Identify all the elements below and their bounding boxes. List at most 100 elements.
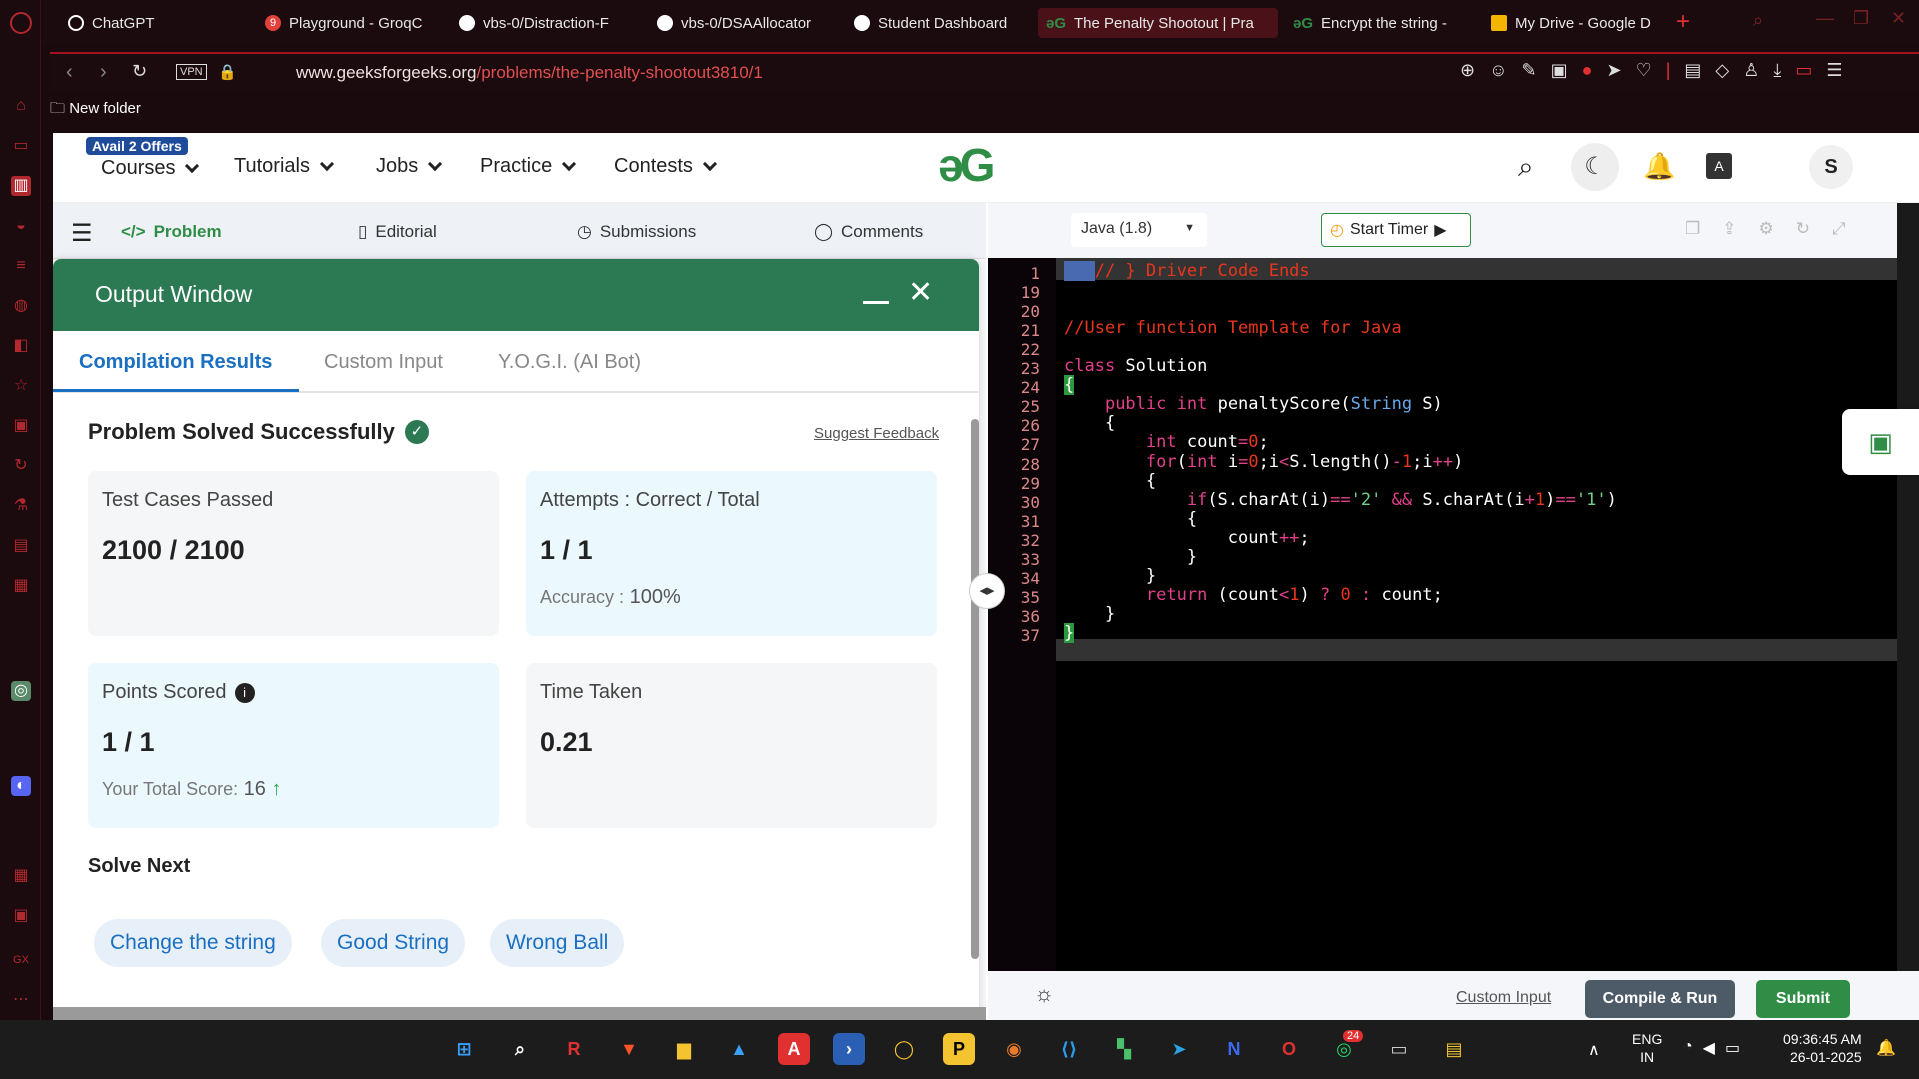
scrollbar[interactable]: [971, 419, 979, 959]
refresh-icon[interactable]: ↻: [11, 456, 31, 476]
opera-logo-icon[interactable]: [10, 12, 32, 34]
stack-icon[interactable]: ≡: [11, 256, 31, 276]
brave-icon[interactable]: ▼: [613, 1033, 645, 1065]
chatgpt-sidebar-icon[interactable]: ◎: [11, 681, 31, 701]
tab-problem[interactable]: </> Problem: [121, 222, 222, 242]
nav-courses[interactable]: Courses: [101, 157, 200, 180]
forward-icon[interactable]: ›: [100, 61, 107, 84]
bookmark-new-folder[interactable]: New folder: [69, 100, 141, 117]
zoom-icon[interactable]: ⊕: [1460, 60, 1475, 81]
opera-icon[interactable]: O: [1273, 1033, 1305, 1065]
download-icon[interactable]: ⤓: [1773, 60, 1781, 81]
menu-icon[interactable]: ☰: [1826, 60, 1842, 81]
circle-app-icon[interactable]: ◯: [888, 1033, 920, 1065]
tab-editorial[interactable]: ▯ Editorial: [358, 222, 437, 242]
nav-jobs[interactable]: Jobs: [376, 155, 443, 178]
solve-next-chip[interactable]: Change the string: [94, 919, 292, 967]
terminal-icon[interactable]: ▭: [1383, 1033, 1415, 1065]
code-line[interactable]: for(int i=0;i<S.length()-1;i++): [1064, 452, 1463, 472]
reset-icon[interactable]: ↻: [1796, 219, 1810, 239]
wifi-icon[interactable]: ◔: [1683, 1038, 1693, 1058]
info-icon[interactable]: i: [234, 682, 255, 703]
url-field[interactable]: www.geeksforgeeks.org/problems/the-penal…: [296, 63, 763, 83]
code-line[interactable]: {: [1064, 509, 1197, 529]
close-icon[interactable]: ✕: [908, 275, 933, 310]
code-line[interactable]: {: [1064, 375, 1075, 396]
gfg-logo[interactable]: ǝG: [938, 138, 995, 192]
wallet-icon[interactable]: ▤: [1684, 60, 1701, 81]
gamepad-icon[interactable]: ▣: [11, 416, 31, 436]
tab-comments[interactable]: ◯ Comments: [814, 222, 923, 242]
send-icon[interactable]: ➤: [1606, 60, 1621, 81]
star-icon[interactable]: ☆: [11, 376, 31, 396]
code-line[interactable]: count++;: [1064, 528, 1310, 548]
custom-input-link[interactable]: Custom Input: [1456, 989, 1551, 1007]
upload-icon[interactable]: ⇪: [1722, 219, 1736, 239]
code-line[interactable]: }: [1064, 547, 1197, 567]
pastebin-icon[interactable]: P: [943, 1033, 975, 1065]
tab-penalty-shootout[interactable]: ǝG The Penalty Shootout | Pra: [1038, 8, 1278, 38]
lightbulb-icon[interactable]: ☼: [1034, 981, 1054, 1007]
split-view-icon[interactable]: ▥: [11, 176, 31, 196]
globe-icon[interactable]: ◍: [11, 296, 31, 316]
compile-run-button[interactable]: Compile & Run: [1585, 980, 1735, 1018]
code-line[interactable]: if(S.charAt(i)=='2' && S.charAt(i+1)=='1…: [1064, 490, 1617, 510]
powershell-icon[interactable]: ›: [833, 1033, 865, 1065]
minimize-icon[interactable]: [863, 301, 889, 304]
tab-submissions[interactable]: ◷ Submissions: [577, 222, 696, 242]
translate-icon[interactable]: A: [1706, 153, 1732, 179]
car-icon[interactable]: ◒: [11, 216, 31, 236]
home-icon[interactable]: ⌂: [11, 96, 31, 116]
windows-start-icon[interactable]: ⊞: [448, 1033, 480, 1065]
box-icon[interactable]: ◇: [1715, 60, 1729, 81]
editor-scrollbar[interactable]: [1897, 203, 1919, 971]
notes-icon[interactable]: ▤: [1438, 1033, 1470, 1065]
settings-icon[interactable]: ⚙: [1759, 219, 1774, 239]
copy-icon[interactable]: ❐: [1685, 219, 1700, 239]
bell-icon[interactable]: 🔔: [1643, 151, 1675, 182]
nav-practice[interactable]: Practice: [480, 155, 577, 178]
tab-encrypt-string[interactable]: ǝG Encrypt the string -: [1293, 8, 1493, 38]
gx-icon[interactable]: GX: [11, 950, 31, 970]
emoji-icon[interactable]: ☺: [1489, 60, 1507, 81]
nav-contests[interactable]: Contests: [614, 155, 718, 178]
shield-icon[interactable]: ●: [1582, 60, 1593, 81]
tab-custom-input[interactable]: Custom Input: [324, 351, 443, 374]
code-line[interactable]: {: [1064, 413, 1115, 433]
tab-student-dashboard[interactable]: Student Dashboard: [854, 8, 1064, 38]
folder-icon[interactable]: ▆: [668, 1033, 700, 1065]
language-indicator[interactable]: ENG IN: [1632, 1030, 1662, 1066]
app-n-icon[interactable]: N: [1218, 1033, 1250, 1065]
tab-groq[interactable]: 9 Playground - GroqC: [265, 8, 475, 38]
offer-badge[interactable]: Avail 2 Offers: [86, 137, 188, 155]
discord-icon[interactable]: ◐: [11, 776, 31, 796]
fullscreen-icon[interactable]: ⤢: [1832, 219, 1846, 239]
grid-app-icon[interactable]: ▚: [1108, 1033, 1140, 1065]
notification-bell-icon[interactable]: 🔔: [1876, 1038, 1896, 1058]
submit-button[interactable]: Submit: [1756, 980, 1850, 1018]
solve-next-chip[interactable]: Good String: [321, 919, 466, 967]
code-line[interactable]: {: [1064, 471, 1156, 491]
tab-google-drive[interactable]: My Drive - Google D: [1491, 8, 1671, 38]
workspace-icon[interactable]: ▭: [11, 136, 31, 156]
chevron-up-icon[interactable]: ∧: [1588, 1040, 1600, 1060]
grid-icon[interactable]: ▦: [11, 866, 31, 886]
code-line[interactable]: }: [1064, 566, 1156, 586]
bag-icon[interactable]: ◧: [11, 336, 31, 356]
cpu-icon[interactable]: ▣: [11, 906, 31, 926]
adobe-icon[interactable]: A: [778, 1033, 810, 1065]
chat-icon[interactable]: ▣: [1842, 409, 1919, 475]
code-line[interactable]: class Solution: [1064, 356, 1207, 376]
code-line[interactable]: // } Driver Code Ends: [1064, 261, 1310, 281]
language-select[interactable]: Java (1.8) ▼: [1071, 213, 1207, 247]
search-icon[interactable]: ⌕: [504, 1033, 536, 1065]
dark-mode-icon[interactable]: ☾: [1571, 143, 1619, 191]
edit-icon[interactable]: ✎: [1521, 60, 1536, 81]
user-icon[interactable]: ♙: [1743, 60, 1759, 81]
code-line[interactable]: public int penaltyScore(String S): [1064, 394, 1443, 414]
reload-icon[interactable]: ↻: [132, 61, 147, 82]
tab-compilation-results[interactable]: Compilation Results: [79, 351, 272, 374]
search-icon[interactable]: ⌕: [1518, 151, 1534, 184]
telegram-icon[interactable]: ➤: [1163, 1033, 1195, 1065]
tab-github-dsa[interactable]: vbs-0/DSAAllocator: [657, 8, 867, 38]
